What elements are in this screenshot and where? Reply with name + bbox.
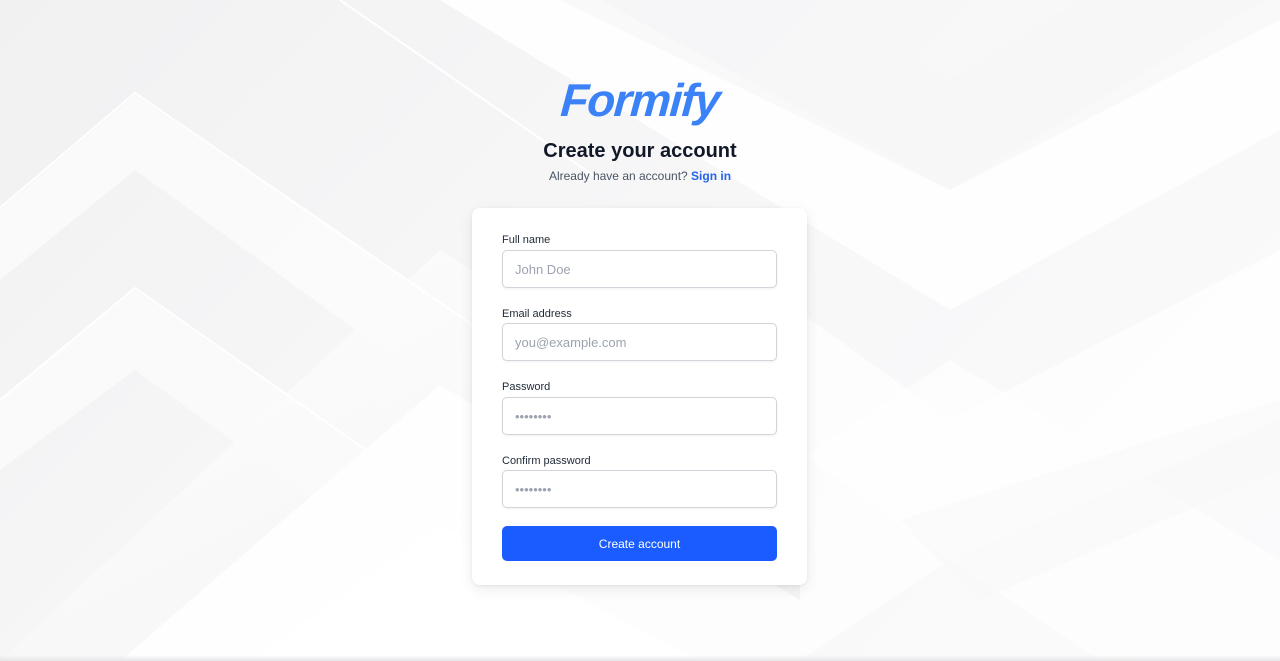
signin-prompt: Already have an account? Sign in: [0, 168, 1280, 184]
sign-in-link[interactable]: Sign in: [691, 169, 731, 183]
confirm-password-input[interactable]: [502, 470, 777, 508]
email-input[interactable]: [502, 323, 777, 361]
signup-form-card: Full name Email address Password Confirm…: [472, 208, 807, 585]
password-input[interactable]: [502, 397, 777, 435]
full-name-label: Full name: [502, 234, 551, 246]
page-title: Create your account: [543, 140, 737, 162]
formify-logo: Formify: [559, 74, 721, 126]
email-label: Email address: [502, 308, 572, 320]
full-name-input[interactable]: [502, 250, 777, 288]
signin-prompt-text: Already have an account?: [548, 169, 688, 183]
create-account-button[interactable]: Create account: [502, 526, 777, 561]
signup-page: Formify Create your account Already have…: [0, 0, 1280, 661]
password-label: Password: [502, 381, 551, 393]
confirm-password-label: Confirm password: [502, 455, 591, 467]
bottom-edge-shadow: [0, 655, 1280, 661]
